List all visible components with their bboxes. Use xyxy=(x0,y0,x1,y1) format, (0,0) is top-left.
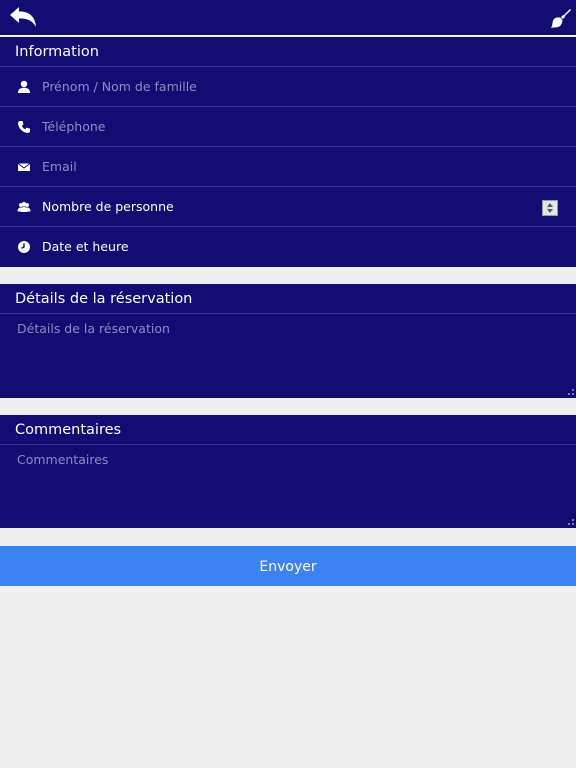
user-icon xyxy=(18,80,30,93)
resize-grip-icon[interactable] xyxy=(568,519,574,525)
reservation-details-section: Détails de la réservation xyxy=(0,284,576,398)
name-row xyxy=(0,67,576,107)
clock-icon xyxy=(18,241,30,253)
envelope-icon xyxy=(17,163,31,171)
comments-title: Commentaires xyxy=(0,415,576,445)
stepper-up-icon[interactable] xyxy=(547,203,553,207)
reservation-details-title: Détails de la réservation xyxy=(0,284,576,314)
phone-icon xyxy=(18,121,30,133)
information-title: Information xyxy=(0,37,576,67)
phone-row xyxy=(0,107,576,147)
guests-row[interactable]: Nombre de personne xyxy=(0,187,576,227)
email-row xyxy=(0,147,576,187)
name-input[interactable] xyxy=(42,67,522,105)
email-input[interactable] xyxy=(42,147,522,185)
submit-button[interactable]: Envoyer xyxy=(0,546,576,586)
datetime-label: Date et heure xyxy=(42,239,129,254)
datetime-row[interactable]: Date et heure xyxy=(0,227,576,267)
resize-grip-icon[interactable] xyxy=(568,389,574,395)
phone-input[interactable] xyxy=(42,107,522,145)
guests-stepper[interactable] xyxy=(542,200,558,216)
comments-textarea[interactable] xyxy=(0,445,576,527)
top-bar xyxy=(0,0,576,36)
comments-section: Commentaires xyxy=(0,415,576,528)
brush-icon[interactable] xyxy=(550,7,572,29)
guests-label: Nombre de personne xyxy=(42,199,174,214)
group-icon xyxy=(17,201,31,212)
stepper-down-icon[interactable] xyxy=(547,209,553,213)
back-arrow-icon[interactable] xyxy=(8,6,38,30)
reservation-details-textarea[interactable] xyxy=(0,314,576,397)
information-section: Information Nombre de personne xyxy=(0,37,576,267)
